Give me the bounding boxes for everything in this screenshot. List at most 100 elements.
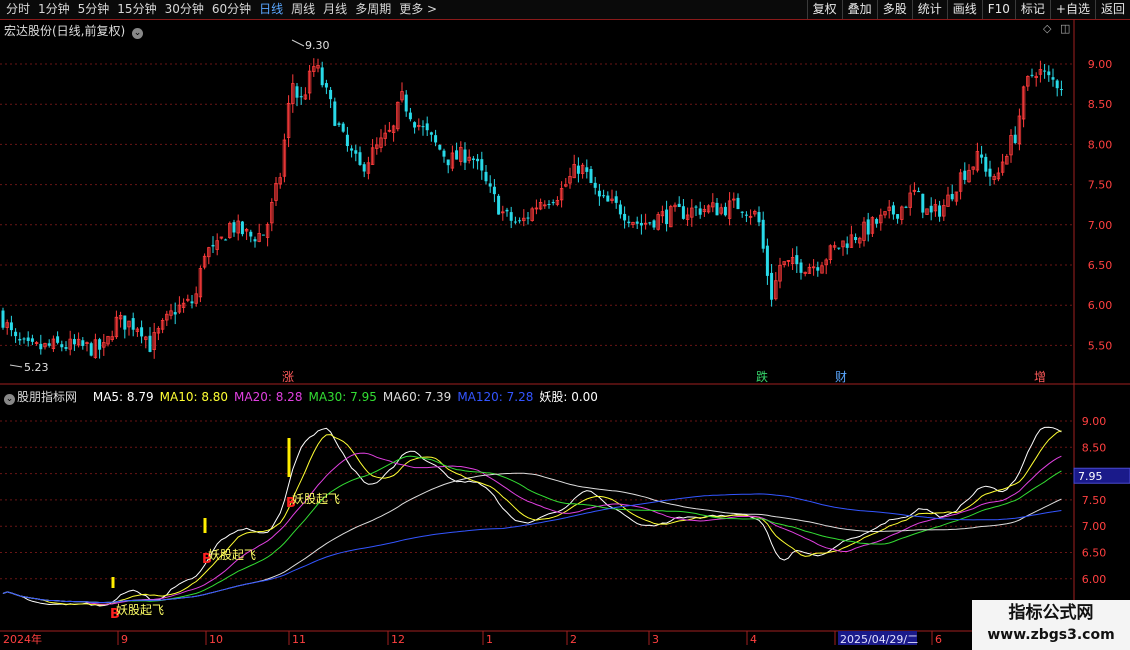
candle-body — [497, 195, 501, 215]
candle-body — [413, 122, 417, 128]
candle-body — [1047, 71, 1051, 76]
candle-body — [623, 213, 627, 221]
watermark-url: www.zbgs3.com — [987, 627, 1115, 643]
candle-body — [547, 203, 551, 205]
candle-body — [89, 343, 93, 356]
price-tick: 8.50 — [1088, 98, 1113, 111]
candle-body — [190, 301, 194, 304]
candle-body — [1, 310, 5, 328]
candle-body — [866, 219, 870, 235]
candle-body — [324, 83, 328, 88]
price-tick: 5.50 — [1088, 339, 1113, 352]
current-value-text: 7.95 — [1078, 470, 1103, 483]
event-marker-2: 财 — [835, 370, 847, 384]
candle-body — [597, 190, 601, 197]
candle-body — [72, 339, 76, 345]
candles — [1, 58, 1063, 359]
candle-body — [123, 315, 127, 330]
price-tick: 8.00 — [1088, 138, 1113, 151]
signal-bar-0 — [111, 577, 115, 588]
candle-body — [518, 220, 522, 222]
candle-body — [354, 150, 358, 154]
time-label-0: 2024年 — [3, 632, 42, 646]
time-label-5: 1 — [486, 633, 493, 646]
indicator-tick: 9.00 — [1082, 415, 1107, 428]
candle-body — [434, 135, 438, 143]
indicator-tick: 6.50 — [1082, 547, 1107, 560]
candle-body — [47, 343, 51, 346]
event-marker-1: 跌 — [756, 369, 768, 384]
watermark-title: 指标公式网 — [1008, 603, 1094, 623]
candle-body — [694, 206, 698, 208]
time-label-8: 4 — [750, 633, 757, 646]
candle-body — [715, 202, 719, 216]
candle-body — [509, 212, 513, 221]
candle-body — [677, 203, 681, 207]
time-label-1: 9 — [121, 633, 128, 646]
candle-body — [471, 158, 475, 160]
candle-body — [488, 183, 492, 187]
candle-body — [639, 222, 643, 226]
candle-body — [333, 101, 337, 126]
candle-body — [64, 347, 68, 349]
candle-body — [81, 340, 85, 346]
candle-body — [18, 338, 22, 341]
time-label-4: 12 — [391, 633, 405, 646]
candle-body — [425, 123, 429, 131]
candle-body — [513, 221, 517, 223]
candle-body — [891, 205, 895, 215]
price-tick: 9.00 — [1088, 58, 1113, 71]
candle-body — [757, 212, 761, 223]
high-low-labels: 9.30 5.23 — [9, 39, 330, 374]
candle-body — [585, 167, 589, 172]
candle-body — [476, 158, 480, 162]
price-tick: 7.00 — [1088, 219, 1113, 232]
candle-body — [98, 339, 102, 350]
candle-body — [22, 338, 26, 340]
candle-body — [26, 337, 30, 341]
candle-body — [261, 234, 265, 236]
candle-body — [299, 96, 303, 98]
candle-body — [606, 195, 610, 202]
candle-body — [984, 156, 988, 172]
candle-body — [761, 219, 765, 249]
candle-body — [526, 217, 530, 219]
candle-body — [337, 123, 341, 125]
candle-body — [249, 231, 253, 237]
candle-body — [39, 343, 43, 350]
indicator-tick: 7.00 — [1082, 520, 1107, 533]
candle-body — [795, 255, 799, 265]
candle-body — [446, 159, 450, 166]
time-label-7: 3 — [652, 633, 659, 646]
candle-body — [224, 239, 228, 241]
indicator-tick: 7.50 — [1082, 494, 1107, 507]
watermark: 指标公式网 www.zbgs3.com — [972, 600, 1130, 650]
current-value-box: 7.95 — [1073, 467, 1130, 484]
signal-text-0: 妖股起飞 — [116, 603, 164, 617]
candle-body — [896, 214, 900, 219]
candle-body — [140, 327, 144, 337]
price-tick: 7.50 — [1088, 179, 1113, 192]
time-label-2: 10 — [209, 633, 223, 646]
candle-body — [917, 191, 921, 193]
candle-body — [938, 205, 942, 217]
candle-body — [1043, 70, 1047, 72]
low-pointer — [9, 364, 23, 368]
candle-body — [404, 94, 408, 112]
candle-body — [1059, 89, 1063, 91]
ma20-line — [2, 452, 1062, 605]
candle-body — [744, 214, 748, 216]
high-label: 9.30 — [305, 39, 330, 52]
candle-body — [484, 171, 488, 182]
candle-body — [816, 267, 820, 271]
candle-body — [505, 209, 509, 212]
candle-body — [736, 197, 740, 210]
event-marker-0: 涨 — [282, 369, 294, 384]
candle-body — [232, 222, 236, 233]
candle-body — [56, 336, 60, 343]
candle-body — [618, 204, 622, 215]
candle-body — [9, 322, 13, 331]
candle-body — [602, 195, 606, 197]
candle-body — [963, 170, 967, 180]
candle-body — [698, 208, 702, 215]
